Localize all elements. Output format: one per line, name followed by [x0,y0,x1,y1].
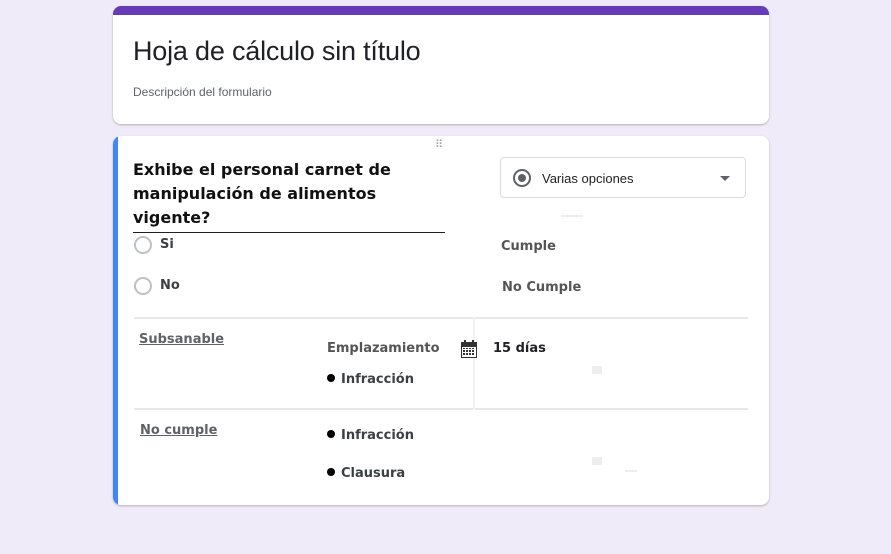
drag-handle-icon[interactable]: ⠿ [435,140,444,151]
option-radio-no[interactable] [134,277,152,295]
option-label-si[interactable]: Si [160,237,174,252]
list-item: Clausura [327,466,405,481]
row-divider [475,317,748,319]
artifact [592,457,602,465]
question-card[interactable]: ⠿ Exhibe el personal carnet de manipulac… [113,136,769,505]
calendar-icon [461,340,477,358]
option-side-label-no-cumple: No Cumple [502,280,582,295]
deadline-value: 15 días [493,341,546,356]
bullet-icon [327,430,335,438]
question-active-accent [113,136,118,505]
column-divider [473,317,475,409]
form-header-card: Hoja de cálculo sin título Descripción d… [113,6,769,124]
form-header-accent [113,6,769,15]
question-type-label: Varias opciones [542,171,634,186]
question-type-dropdown[interactable]: Varias opciones [500,157,746,198]
row-divider [475,408,748,410]
list-item-text: Infracción [341,372,414,387]
artifact [592,366,602,374]
list-item-text: Infracción [341,428,414,443]
form-title[interactable]: Hoja de cálculo sin título [133,36,421,67]
row-label-subsanable[interactable]: Subsanable [139,332,224,347]
radio-button-icon [513,169,531,187]
artifact [561,215,583,217]
artifact [625,470,637,472]
row-detail-emplazamiento: Emplazamiento [327,341,440,356]
row-divider [134,317,473,319]
form-description[interactable]: Descripción del formulario [133,85,272,99]
question-title[interactable]: Exhibe el personal carnet de manipulació… [133,158,445,233]
bullet-icon [327,468,335,476]
row-label-no-cumple[interactable]: No cumple [140,423,217,438]
row-divider [134,408,473,410]
caret-down-icon [720,176,730,181]
list-item: Infracción [327,372,414,387]
option-radio-si[interactable] [134,236,152,254]
bullet-icon [327,374,335,382]
list-item: Infracción [327,428,414,443]
list-item-text: Clausura [341,466,406,481]
option-label-no[interactable]: No [160,278,180,293]
option-side-label-cumple: Cumple [501,239,556,254]
